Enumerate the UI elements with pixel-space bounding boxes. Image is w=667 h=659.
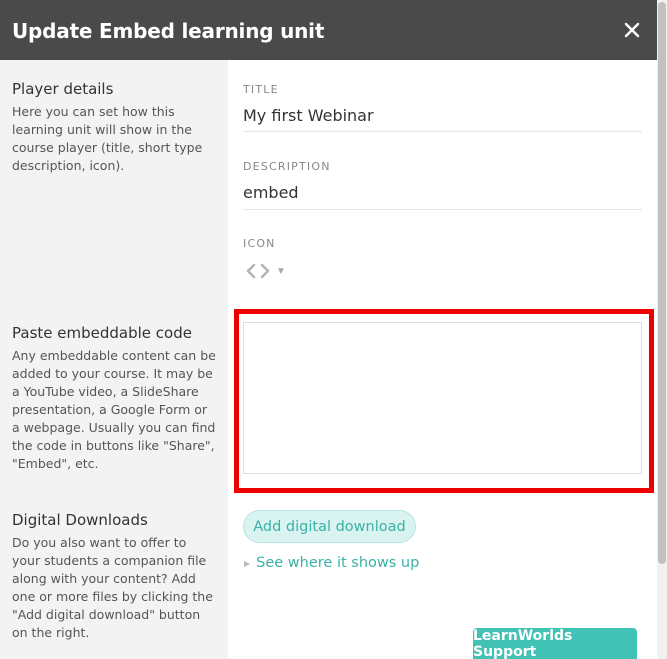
close-button[interactable] <box>620 18 644 42</box>
description-underline <box>243 209 642 210</box>
digital-downloads-title: Digital Downloads <box>12 511 148 529</box>
code-icon <box>246 263 270 279</box>
title-underline <box>243 131 642 132</box>
chevron-down-icon: ▼ <box>276 265 286 277</box>
icon-picker[interactable]: ▼ <box>245 261 287 281</box>
triangle-right-icon: ▶ <box>244 558 251 568</box>
add-digital-download-button[interactable]: Add digital download <box>243 510 416 543</box>
digital-downloads-description: Do you also want to offer to your studen… <box>12 535 213 640</box>
see-where-link[interactable]: ▶ See where it shows up <box>244 555 419 571</box>
embed-title: Paste embeddable code <box>12 324 192 342</box>
description-label: DESCRIPTION <box>243 160 331 173</box>
scrollbar-thumb[interactable] <box>658 2 666 564</box>
title-label: TITLE <box>243 83 279 96</box>
close-icon <box>624 22 640 38</box>
modal-header: Update Embed learning unit <box>0 0 657 60</box>
embed-code-input[interactable] <box>243 322 642 474</box>
player-details-title: Player details <box>12 80 114 98</box>
see-where-label: See where it shows up <box>256 555 420 571</box>
modal-title: Update Embed learning unit <box>12 19 325 43</box>
embed-description: Any embeddable content can be added to y… <box>12 348 216 471</box>
icon-label: ICON <box>243 237 276 250</box>
title-input[interactable]: My first Webinar <box>243 106 374 125</box>
support-button[interactable]: LearnWorlds Support <box>473 628 637 659</box>
player-details-description: Here you can set how this learning unit … <box>12 104 203 173</box>
description-input[interactable]: embed <box>243 183 299 202</box>
